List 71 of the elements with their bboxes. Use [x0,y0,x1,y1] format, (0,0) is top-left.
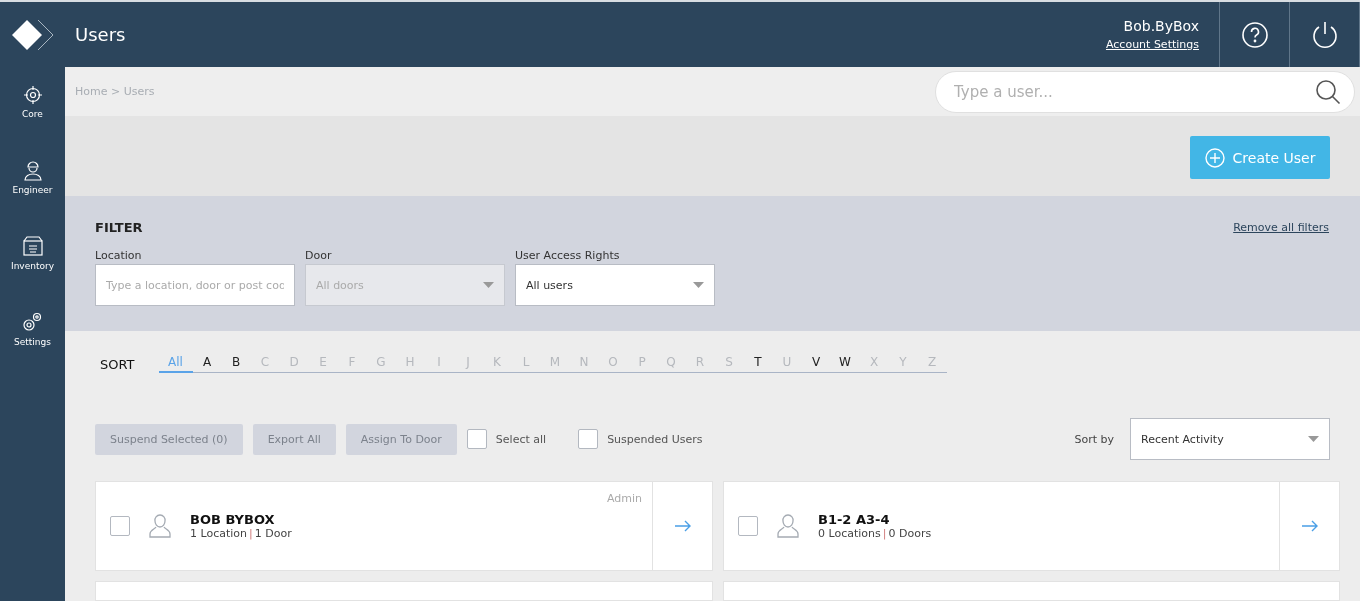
checkbox[interactable] [738,516,758,536]
sort-title: SORT [100,356,135,372]
letter-tab[interactable]: S [714,355,744,373]
box-icon [21,235,44,257]
sidebar-item[interactable]: Inventory [11,235,54,271]
user-name: B1-2 A3-4 [818,512,891,527]
letter-tab[interactable]: W [830,355,860,373]
letter-tab[interactable]: H [395,355,425,373]
gears-icon [21,311,44,333]
arrow-right-icon [1301,520,1318,532]
user-icon [776,513,800,539]
worker-icon [22,159,43,181]
search-field[interactable]: Type a user... [935,70,1355,113]
caret-icon [693,282,704,289]
action-button[interactable]: Suspend Selected (0) [95,423,243,455]
plus-circle-icon [1204,147,1225,168]
user-icon [148,513,172,539]
letter-tab[interactable]: D [279,355,309,373]
sort-by-label: Sort by [1074,432,1114,446]
target-icon [22,85,43,105]
letter-tab[interactable]: B [221,355,251,373]
role-label: Admin [606,492,642,505]
sidebar-item[interactable]: Engineer [12,159,53,195]
letter-tab[interactable]: All [158,355,193,373]
caret-icon [483,282,494,289]
letter-tab[interactable]: O [598,355,628,373]
logo-icon [11,18,54,51]
letter-tab[interactable]: R [685,355,715,373]
user-summary: 0 Locations | 0 Doors [818,527,932,540]
action-button[interactable]: Assign To Door [345,423,457,455]
remove-filters-link[interactable]: Remove all filters [1233,221,1329,235]
filter-title: FILTER [95,220,143,236]
checkbox[interactable] [578,429,599,449]
user-name: Bob.ByBox [1123,18,1199,34]
action-button[interactable]: Export All [252,423,336,455]
letter-tab[interactable]: V [801,355,831,373]
letter-tab[interactable]: T [743,355,773,373]
letter-tab[interactable]: A [192,355,222,373]
letter-tab[interactable]: E [308,355,338,373]
letter-tab[interactable]: Q [656,355,686,373]
caret-icon [1308,436,1319,442]
letter-tab[interactable]: L [511,355,541,373]
letter-tab[interactable]: P [627,355,657,373]
letter-tab[interactable]: U [772,355,802,373]
letter-tab[interactable]: M [540,355,570,373]
sidebar-item[interactable]: Settings [14,311,51,347]
help-icon [1240,20,1269,49]
field-label: User Access Rights [515,249,621,263]
create-user-button[interactable]: Create User [1190,136,1330,180]
checkbox-label: Select all [495,432,547,446]
user-summary: 1 Location | 1 Door [190,527,292,540]
field-label: Door [305,249,333,263]
page-title: Users [75,24,126,45]
search-icon [1315,78,1341,105]
checkbox-label: Suspended Users [607,432,703,446]
power-icon [1311,20,1338,49]
letter-tab[interactable]: G [366,355,396,373]
account-settings-link[interactable]: Account Settings [1105,38,1199,51]
letter-tab[interactable]: Z [917,355,947,373]
field-label: Location [95,249,143,263]
sort-dropdown[interactable]: Recent Activity [1130,418,1330,460]
sidebar-item[interactable]: Core [22,85,43,119]
letter-tab[interactable]: N [569,355,599,373]
checkbox[interactable] [110,516,130,536]
checkbox[interactable] [466,429,487,449]
dropdown[interactable]: All users [515,264,715,307]
letter-tab[interactable]: F [337,355,367,373]
location-field[interactable]: Type a location, door or post cod [95,264,295,307]
breadcrumb: Home > Users [75,85,155,99]
arrow-right-icon [674,520,691,532]
user-name: BOB BYBOX [190,512,276,527]
